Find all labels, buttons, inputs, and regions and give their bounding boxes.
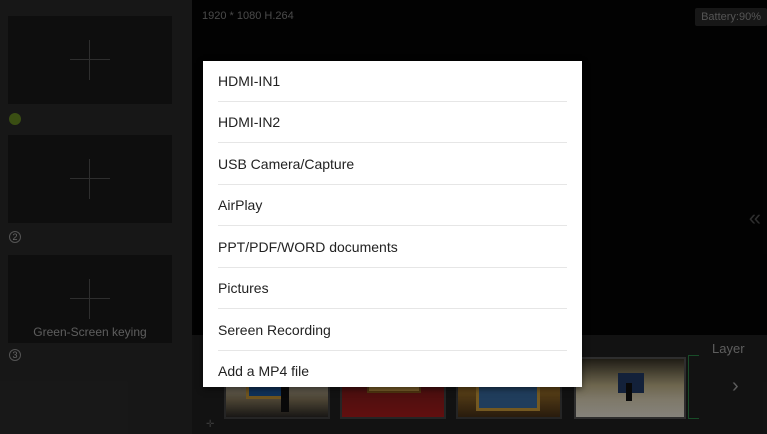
menu-item-add-mp4[interactable]: Add a MP4 file	[203, 351, 582, 387]
menu-item-hdmi-in1[interactable]: HDMI-IN1	[203, 61, 582, 102]
menu-item-hdmi-in2[interactable]: HDMI-IN2	[203, 102, 582, 143]
menu-item-label: HDMI-IN1	[218, 73, 281, 89]
menu-item-label: Pictures	[218, 280, 269, 296]
menu-item-label: PPT/PDF/WORD documents	[218, 239, 398, 255]
menu-item-label: HDMI-IN2	[218, 114, 281, 130]
menu-item-label: AirPlay	[218, 197, 263, 213]
menu-item-label: USB Camera/Capture	[218, 156, 355, 172]
menu-item-documents[interactable]: PPT/PDF/WORD documents	[203, 227, 582, 268]
menu-item-label: Sereen Recording	[218, 322, 331, 338]
menu-item-screen-recording[interactable]: Sereen Recording	[203, 310, 582, 351]
menu-item-pictures[interactable]: Pictures	[203, 268, 582, 309]
menu-item-usb-camera[interactable]: USB Camera/Capture	[203, 144, 582, 185]
menu-item-airplay[interactable]: AirPlay	[203, 185, 582, 226]
source-menu: HDMI-IN1 HDMI-IN2 USB Camera/Capture Air…	[203, 61, 582, 387]
menu-item-label: Add a MP4 file	[218, 363, 310, 379]
